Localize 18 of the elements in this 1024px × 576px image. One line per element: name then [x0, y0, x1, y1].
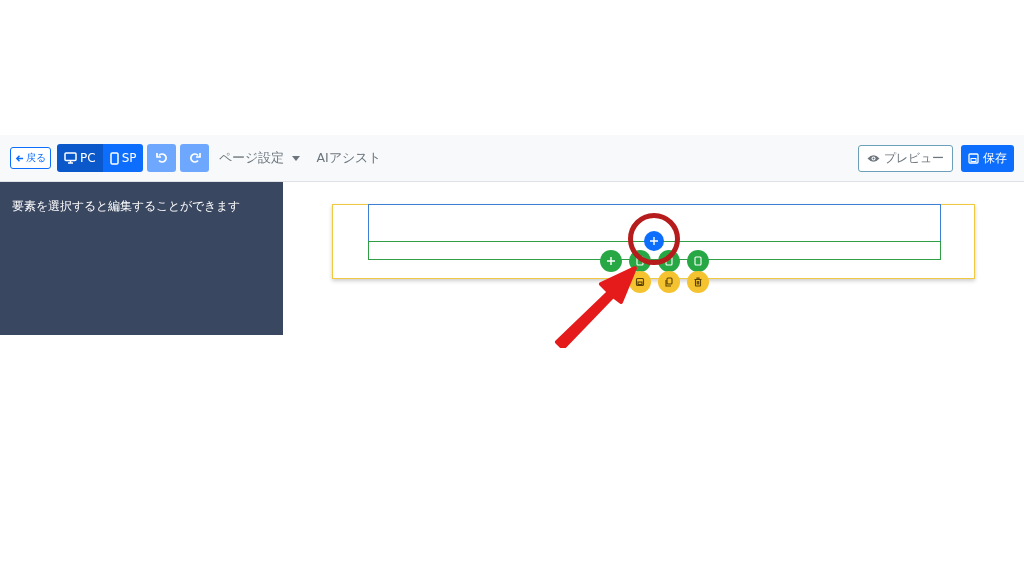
highlight-circle: [627, 212, 681, 266]
page-settings-dropdown[interactable]: ページ設定: [213, 149, 307, 167]
caret-icon: [292, 155, 301, 161]
phone-icon: [109, 151, 119, 165]
menu-link[interactable]: AIアシスト: [310, 149, 387, 167]
undo-icon: [156, 152, 168, 164]
hint-text: 要素を選択すると編集することができます: [12, 199, 240, 213]
preview-button[interactable]: プレビュー: [858, 144, 953, 172]
monitor-icon: [64, 152, 77, 164]
back-button[interactable]: 戻る: [10, 147, 51, 169]
add-icon[interactable]: [644, 231, 664, 251]
device-toggle[interactable]: SP: [102, 144, 144, 172]
device-toggle[interactable]: PC: [57, 144, 103, 172]
arrow-left-icon: [15, 153, 24, 163]
add-icon[interactable]: [600, 250, 622, 272]
save-button[interactable]: 保存: [961, 144, 1014, 172]
eye-icon: [867, 153, 880, 163]
redo-icon: [189, 152, 201, 164]
